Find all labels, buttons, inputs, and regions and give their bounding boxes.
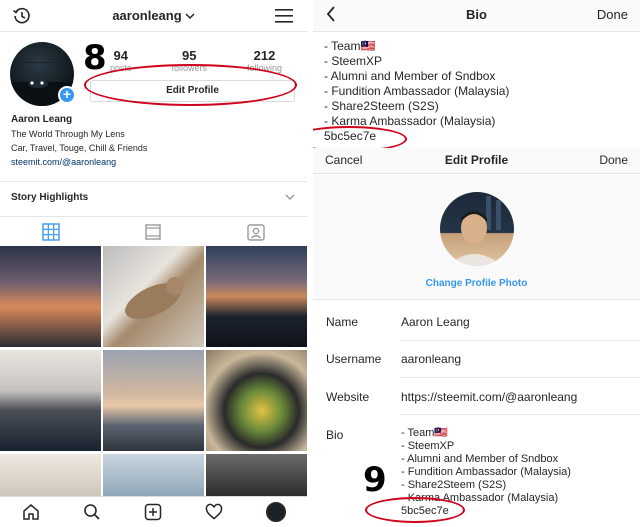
heart-icon[interactable] <box>205 503 223 521</box>
change-profile-photo-link[interactable]: Change Profile Photo <box>313 278 640 289</box>
grid-photo-partial[interactable] <box>0 454 101 496</box>
bio-line: - Fundition Ambassador (Malaysia) <box>324 84 510 98</box>
grid-photo-sunset[interactable] <box>0 246 101 347</box>
grid-photo-river[interactable] <box>103 350 204 451</box>
chevron-down-icon[interactable] <box>285 193 295 201</box>
username-switcher[interactable]: aaronleang <box>112 8 195 23</box>
tab-tagged[interactable] <box>205 218 307 246</box>
name-label: Name <box>326 315 359 329</box>
chevron-down-icon <box>185 12 195 19</box>
feed-icon <box>145 224 162 240</box>
annotation-circle-bio-code <box>365 497 465 523</box>
profile-avatar[interactable]: + <box>10 42 76 106</box>
annotation-circle-edit-profile <box>84 64 297 106</box>
tab-feed[interactable] <box>102 218 204 246</box>
tagged-icon <box>247 224 265 241</box>
grid-photo-partial[interactable] <box>103 454 204 496</box>
username-label: Username <box>326 352 382 366</box>
photo-grid <box>0 246 307 496</box>
bio-line: - SteemXP <box>401 440 455 452</box>
divider <box>401 414 640 415</box>
profile-tabs <box>0 218 307 246</box>
divider <box>401 340 640 341</box>
cat-photo-art <box>125 277 184 319</box>
story-highlights-label[interactable]: Story Highlights <box>11 192 88 203</box>
bio-line: - Team🇲🇾 <box>324 39 376 53</box>
search-icon[interactable] <box>83 503 101 521</box>
grid-icon <box>42 223 60 241</box>
website-field[interactable]: https://steemit.com/@aaronleang <box>401 390 577 404</box>
website-label: Website <box>326 390 370 404</box>
profile-top-bar: aaronleang <box>0 0 307 32</box>
profile-name: Aaron Leang <box>11 114 73 125</box>
bio-line: - SteemXP <box>324 54 383 68</box>
bio-line: - Fundition Ambassador (Malaysia) <box>401 466 571 478</box>
bio-title: Bio <box>466 7 487 22</box>
annotation-number-9: 9 <box>363 460 387 500</box>
grid-photo-cat[interactable] <box>103 246 204 347</box>
bio-line: - Share2Steem (S2S) <box>324 99 439 113</box>
stat-value: 95 <box>181 48 197 63</box>
profile-bio-line: The World Through My Lens <box>11 129 125 139</box>
grid-photo-city-aerial[interactable] <box>206 246 307 347</box>
profile-photo[interactable] <box>440 192 514 266</box>
bottom-nav <box>0 496 307 527</box>
home-icon[interactable] <box>22 503 40 521</box>
profile-photo-art <box>448 196 502 266</box>
bio-line: - Alumni and Member of Sndbox <box>401 453 559 465</box>
add-story-plus-icon[interactable]: + <box>58 86 76 104</box>
divider <box>401 377 640 378</box>
divider <box>0 216 307 217</box>
name-field[interactable]: Aaron Leang <box>401 315 470 329</box>
divider <box>0 181 307 182</box>
bio-line: - Share2Steem (S2S) <box>401 479 507 491</box>
hamburger-menu-icon[interactable] <box>275 8 293 24</box>
profile-photo-section: Change Profile Photo <box>313 175 640 300</box>
profile-screen: aaronleang + 8 94 posts 95 followers 212… <box>0 0 307 527</box>
add-post-icon[interactable] <box>144 503 162 521</box>
edit-profile-title: Edit Profile <box>444 153 509 167</box>
grid-photo-driving[interactable] <box>0 350 101 451</box>
stat-value: 94 <box>113 48 128 63</box>
edit-profile-top-bar: Cancel Edit Profile Done <box>313 148 640 174</box>
bio-top-bar: Bio Done <box>313 0 640 32</box>
bio-line: - Alumni and Member of Sndbox <box>324 69 496 83</box>
bio-done-button[interactable]: Done <box>597 7 628 22</box>
profile-bio-line: Car, Travel, Touge, Chill & Friends <box>11 143 148 153</box>
tab-grid[interactable] <box>0 218 102 246</box>
bio-label: Bio <box>326 428 344 442</box>
grid-photo-food[interactable] <box>206 350 307 451</box>
profile-website-link[interactable]: steemit.com/@aaronleang <box>11 157 116 167</box>
grid-photo-partial[interactable] <box>206 454 307 496</box>
history-icon[interactable] <box>12 6 32 26</box>
stat-value: 212 <box>253 48 276 63</box>
profile-avatar-icon[interactable] <box>265 502 286 522</box>
edit-profile-done-button[interactable]: Done <box>599 153 628 167</box>
bio-line: - Team🇲🇾 <box>401 427 449 439</box>
username-field[interactable]: aaronleang <box>401 352 461 366</box>
edit-screens: Bio Done - Team🇲🇾 - SteemXP - Alumni and… <box>313 0 640 527</box>
screenshot-root: aaronleang + 8 94 posts 95 followers 212… <box>0 0 640 527</box>
username-label: aaronleang <box>112 8 182 23</box>
